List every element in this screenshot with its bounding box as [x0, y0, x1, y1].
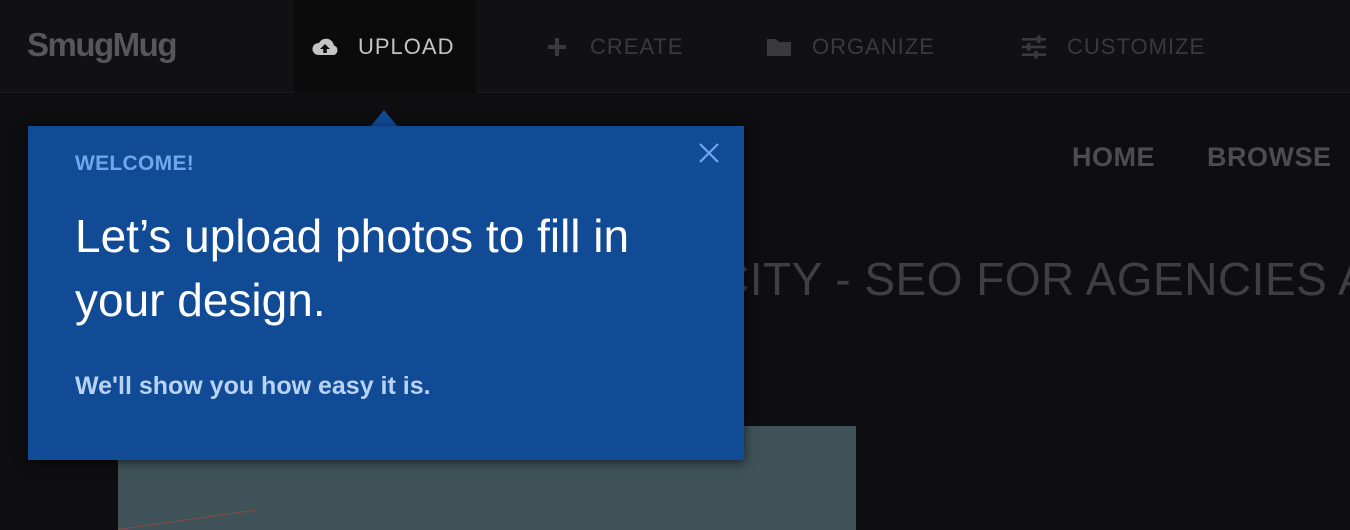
popup-subtext: We'll show you how easy it is.: [75, 372, 431, 400]
smugmug-logo[interactable]: SmugMug: [27, 26, 177, 64]
toolbar-upload-label: UPLOAD: [358, 33, 455, 59]
toolbar-create-label: CREATE: [590, 33, 684, 59]
photo-detail: [117, 509, 257, 530]
toolbar-organize-label: ORGANIZE: [812, 33, 935, 59]
welcome-popup: WELCOME! Let’s upload photos to fill in …: [28, 126, 744, 460]
popup-headline: Let’s upload photos to fill in your desi…: [75, 210, 630, 326]
toolbar-customize[interactable]: CUSTOMIZE: [1019, 0, 1205, 93]
toolbar-create[interactable]: CREATE: [542, 0, 684, 93]
plus-icon: [542, 32, 572, 62]
folder-icon: [764, 32, 794, 62]
site-nav-browse[interactable]: BROWSE: [1207, 142, 1332, 173]
toolbar-organize[interactable]: ORGANIZE: [764, 0, 935, 93]
site-title: CITY - SEO FOR AGENCIES A: [716, 253, 1350, 305]
sliders-icon: [1019, 32, 1049, 62]
toolbar-customize-label: CUSTOMIZE: [1067, 33, 1206, 59]
popup-eyebrow: WELCOME!: [75, 152, 195, 175]
site-nav-home[interactable]: HOME: [1072, 142, 1155, 173]
close-icon[interactable]: [696, 140, 722, 166]
toolbar-upload[interactable]: UPLOAD: [294, 0, 476, 93]
cloud-upload-icon: [310, 32, 340, 62]
popup-pointer: [370, 110, 398, 127]
top-toolbar: SmugMug UPLOAD CREATE ORGANIZE CUSTOMIZE: [0, 0, 1350, 93]
